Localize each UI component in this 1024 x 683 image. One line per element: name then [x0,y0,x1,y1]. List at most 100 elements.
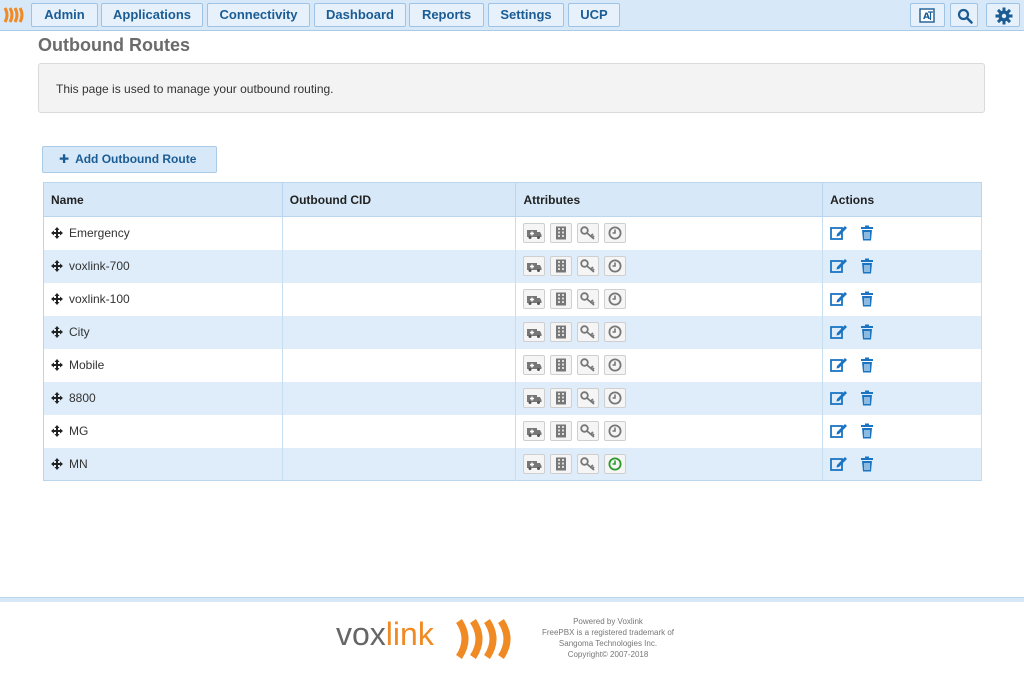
edit-icon[interactable] [830,258,848,274]
trash-icon[interactable] [860,456,874,472]
drag-handle-icon[interactable] [51,392,63,404]
col-attributes-header[interactable]: Attributes [515,182,824,217]
outbound-cid-cell [282,216,517,250]
route-name: voxlink-100 [69,292,130,306]
edit-icon[interactable] [830,390,848,406]
route-name-cell: 8800 [43,381,283,415]
freepbx-logo-icon[interactable] [3,6,27,24]
edit-icon[interactable] [830,291,848,307]
actions-cell [822,348,982,382]
edit-icon[interactable] [830,225,848,241]
nav-dashboard[interactable]: Dashboard [314,3,406,27]
table-row: City [43,315,982,349]
drag-handle-icon[interactable] [51,260,63,272]
nav-admin[interactable]: Admin [31,3,98,27]
edit-icon[interactable] [830,423,848,439]
emergency-icon[interactable] [523,388,546,408]
emergency-icon[interactable] [523,355,546,375]
settings-button[interactable] [986,3,1020,27]
building-icon[interactable] [550,223,573,244]
building-icon[interactable] [550,453,573,474]
clock-icon[interactable] [604,388,627,408]
edit-icon[interactable] [830,357,848,373]
table-header-row: Name Outbound CID Attributes Actions [43,182,982,217]
building-icon[interactable] [550,256,573,276]
nav-reports[interactable]: Reports [409,3,484,27]
key-icon[interactable] [577,453,600,474]
key-icon[interactable] [577,223,600,244]
key-icon[interactable] [577,388,600,408]
nav-applications[interactable]: Applications [101,3,203,27]
key-icon[interactable] [577,322,600,342]
edit-icon[interactable] [830,456,848,472]
clock-icon[interactable] [604,421,627,441]
route-name-cell: Emergency [43,216,283,250]
clock-icon[interactable] [604,223,627,244]
key-icon[interactable] [577,256,600,276]
emergency-icon[interactable] [523,322,546,342]
trash-icon[interactable] [860,225,874,241]
drag-handle-icon[interactable] [51,425,63,437]
key-icon[interactable] [577,355,600,375]
voxlink-brand: voxlink [336,616,434,653]
trash-icon[interactable] [860,357,874,373]
search-icon [957,8,973,24]
route-name: MG [69,424,89,438]
route-name-cell: City [43,315,283,349]
route-name-cell: MG [43,414,283,448]
footer-divider [0,597,1024,602]
nav-connectivity[interactable]: Connectivity [207,3,310,27]
col-cid-header[interactable]: Outbound CID [282,182,517,217]
clock-icon[interactable] [604,355,627,375]
emergency-icon[interactable] [523,453,546,474]
building-icon[interactable] [550,355,573,375]
clock-icon[interactable] [604,289,627,309]
building-icon[interactable] [550,289,573,309]
trash-icon[interactable] [860,324,874,340]
drag-handle-icon[interactable] [51,326,63,338]
emergency-icon[interactable] [523,289,546,309]
key-icon[interactable] [577,421,600,441]
outbound-cid-cell [282,414,517,448]
emergency-icon[interactable] [523,256,546,276]
voxlink-logo-icon [455,619,511,659]
building-icon[interactable] [550,421,573,441]
clock-icon[interactable] [604,322,627,342]
clock-icon[interactable] [604,453,627,474]
emergency-icon[interactable] [523,421,546,441]
key-icon[interactable] [577,289,600,309]
drag-handle-icon[interactable] [51,227,63,240]
attributes-cell [515,381,824,415]
drag-handle-icon[interactable] [51,359,63,371]
route-name: Emergency [69,226,130,241]
outbound-cid-cell [282,315,517,349]
clock-icon[interactable] [604,256,627,276]
nav-ucp[interactable]: UCP [568,3,620,27]
attributes-cell [515,348,824,382]
emergency-icon[interactable] [523,223,546,244]
info-text: This page is used to manage your outboun… [56,82,334,96]
nav-settings[interactable]: Settings [488,3,564,27]
add-outbound-route-button[interactable]: ✚ Add Outbound Route [42,146,217,173]
edit-icon[interactable] [830,324,848,340]
top-navbar: Admin Applications Connectivity Dashboar… [0,0,1024,31]
route-name: MN [69,456,88,471]
info-box: This page is used to manage your outboun… [38,63,985,113]
building-icon[interactable] [550,388,573,408]
language-button[interactable]: A [910,3,945,27]
search-button[interactable] [950,3,978,27]
trash-icon[interactable] [860,423,874,439]
trash-icon[interactable] [860,258,874,274]
table-row: Mobile [43,348,982,382]
actions-cell [822,216,982,250]
trash-icon[interactable] [860,291,874,307]
col-actions-header[interactable]: Actions [822,182,982,217]
trash-icon[interactable] [860,390,874,406]
building-icon[interactable] [550,322,573,342]
outbound-cid-cell [282,282,517,316]
drag-handle-icon[interactable] [51,293,63,305]
col-name-header[interactable]: Name [43,182,283,217]
drag-handle-icon[interactable] [51,457,63,470]
actions-cell [822,381,982,415]
outbound-cid-cell [282,447,517,481]
